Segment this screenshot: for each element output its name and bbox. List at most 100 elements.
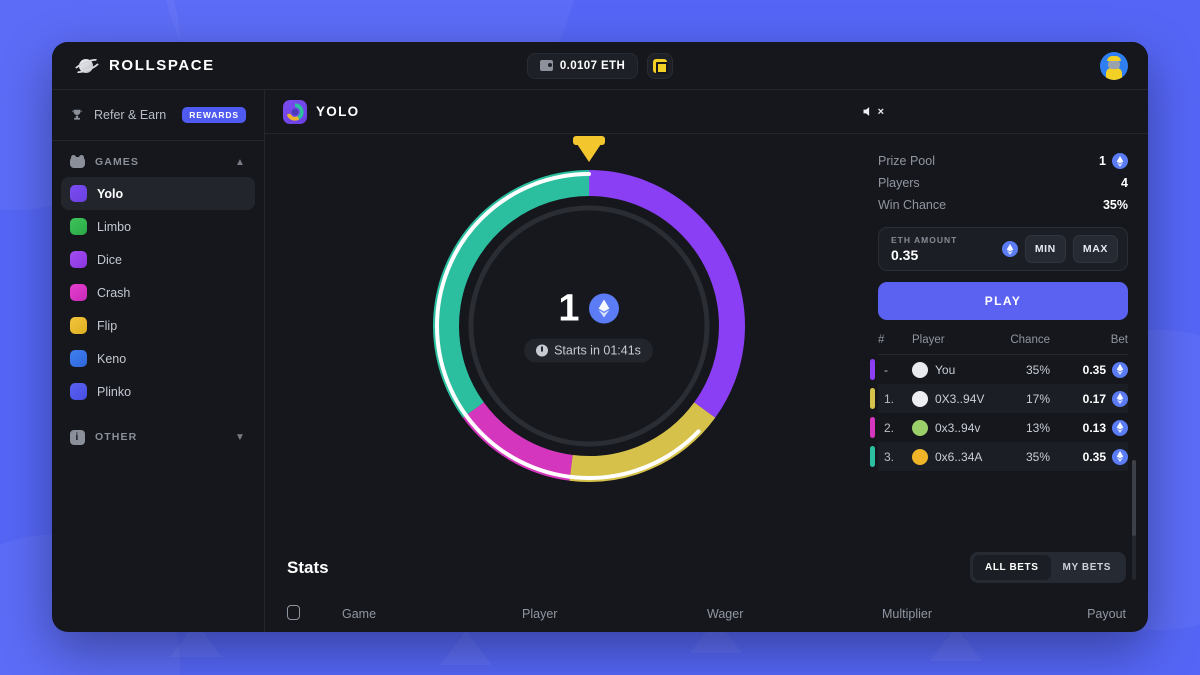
avatar-button[interactable] bbox=[1100, 51, 1128, 80]
player-rank: 2. bbox=[884, 420, 895, 435]
player-cell: 0x6..34A bbox=[912, 448, 988, 465]
chevron-down-icon[interactable]: ▼ bbox=[235, 432, 246, 443]
header-bet: Bet bbox=[1110, 334, 1128, 346]
stats-table-header: Game Player Wager Multiplier Payout bbox=[287, 605, 1126, 632]
sidebar-item-label: Yolo bbox=[97, 186, 124, 201]
tab-my-bets[interactable]: MY BETS bbox=[1051, 555, 1123, 580]
stat-value: 35% bbox=[1103, 198, 1128, 212]
balance-chip[interactable]: 0.0107 ETH bbox=[526, 52, 639, 79]
other-section-label: OTHER bbox=[95, 431, 138, 443]
eth-token-button[interactable] bbox=[647, 52, 674, 79]
sidebar-item-limbo[interactable]: Limbo bbox=[61, 210, 255, 243]
main-content: YOLO × 1 Starts in 01:41s Prize Pool 1 P… bbox=[265, 90, 1148, 632]
player-cell: You bbox=[912, 361, 988, 378]
sidebar-section-other[interactable]: i OTHER ▼ bbox=[61, 422, 255, 452]
player-chance: 17% bbox=[1025, 391, 1050, 406]
sidebar-item-keno[interactable]: Keno bbox=[61, 342, 255, 375]
eth-coin-icon bbox=[1112, 153, 1128, 169]
header-multiplier: Multiplier bbox=[882, 607, 933, 621]
dice-icon bbox=[70, 251, 87, 268]
eth-amount-input[interactable]: ETH AMOUNT 0.35 MIN MAX bbox=[878, 227, 1128, 271]
eth-coin-icon bbox=[1112, 419, 1128, 436]
yolo-wheel[interactable]: 1 Starts in 01:41s bbox=[409, 136, 769, 506]
player-row[interactable]: 1. 0X3..94V 17% 0.17 bbox=[870, 384, 1128, 413]
header-chance: Chance bbox=[1010, 334, 1050, 346]
prize-amount: 1 bbox=[558, 287, 580, 330]
player-avatar bbox=[912, 390, 928, 407]
stat-label: Players bbox=[878, 176, 920, 190]
stat-win-chance: Win Chance 35% bbox=[878, 194, 1128, 216]
game-header: YOLO × bbox=[265, 90, 1148, 134]
user-avatar bbox=[1100, 51, 1128, 80]
sidebar-item-flip[interactable]: Flip bbox=[61, 309, 255, 342]
sidebar-item-plinko[interactable]: Plinko bbox=[61, 375, 255, 408]
player-bet-value: 0.35 bbox=[1082, 362, 1106, 377]
header-player: Player bbox=[912, 334, 945, 346]
player-row[interactable]: - You 35% 0.35 bbox=[870, 355, 1128, 384]
refer-earn-label: Refer & Earn bbox=[94, 108, 167, 122]
sidebar-item-yolo[interactable]: Yolo bbox=[61, 177, 255, 210]
players-table: # Player Chance Bet - You 35% 0.35 1. 0X3..94… bbox=[870, 334, 1128, 471]
eth-coin-icon bbox=[1112, 390, 1128, 407]
max-button[interactable]: MAX bbox=[1072, 235, 1118, 263]
stats-tabs: ALL BETS MY BETS bbox=[970, 552, 1126, 583]
eth-token-icon bbox=[653, 58, 669, 74]
player-name: You bbox=[935, 362, 956, 377]
sidebar-item-label: Dice bbox=[97, 252, 123, 267]
sidebar-item-refer-earn[interactable]: Refer & Earn REWARDS bbox=[61, 98, 255, 132]
player-color-bar bbox=[870, 446, 875, 467]
background-triangle bbox=[440, 631, 492, 665]
player-color-bar bbox=[870, 388, 875, 409]
header-game: Game bbox=[342, 607, 377, 621]
wheel-center-info: 1 Starts in 01:41s bbox=[479, 290, 699, 363]
players-table-body: - You 35% 0.35 1. 0X3..94V 17% 0.17 2. 0x3..94v 13… bbox=[870, 355, 1128, 471]
tab-all-bets[interactable]: ALL BETS bbox=[973, 555, 1051, 580]
app-window: ROLLSPACE 0.0107 ETH Refer & Earn REWARD… bbox=[52, 42, 1148, 632]
stat-value-text: 1 bbox=[1099, 154, 1106, 168]
player-avatar bbox=[912, 419, 928, 436]
chevron-up-icon[interactable]: ▲ bbox=[235, 157, 246, 168]
background-triangle bbox=[930, 627, 982, 661]
yolo-icon bbox=[70, 185, 87, 202]
speaker-muted-icon[interactable]: × bbox=[861, 104, 884, 119]
player-color-bar bbox=[870, 417, 875, 438]
min-button[interactable]: MIN bbox=[1024, 235, 1066, 263]
play-button[interactable]: PLAY bbox=[878, 282, 1128, 320]
keno-icon bbox=[70, 350, 87, 367]
sidebar-item-crash[interactable]: Crash bbox=[61, 276, 255, 309]
sidebar: Refer & Earn REWARDS GAMES ▲ Yolo Limbo Di… bbox=[52, 90, 265, 632]
player-row[interactable]: 3. 0x6..34A 35% 0.35 bbox=[870, 442, 1128, 471]
sidebar-item-dice[interactable]: Dice bbox=[61, 243, 255, 276]
sidebar-section-games[interactable]: GAMES ▲ bbox=[61, 147, 255, 177]
crash-icon bbox=[70, 284, 87, 301]
header-payout: Payout bbox=[1087, 607, 1126, 621]
player-bet-value: 0.35 bbox=[1082, 449, 1106, 464]
player-bet: 0.35 bbox=[1050, 448, 1128, 465]
header-rank: # bbox=[878, 334, 885, 346]
eth-coin-icon bbox=[1112, 361, 1128, 378]
eth-amount-value[interactable]: 0.35 bbox=[891, 247, 957, 263]
sidebar-item-label: Plinko bbox=[97, 384, 132, 399]
player-rank: 3. bbox=[884, 449, 895, 464]
player-row[interactable]: 2. 0x3..94v 13% 0.13 bbox=[870, 413, 1128, 442]
info-icon: i bbox=[70, 429, 85, 445]
stat-players: Players 4 bbox=[878, 172, 1128, 194]
player-cell: 0x3..94v bbox=[912, 419, 988, 436]
eth-coin-icon bbox=[1001, 241, 1018, 257]
player-name: 0x3..94v bbox=[935, 420, 981, 435]
stat-value-text: 4 bbox=[1121, 176, 1128, 190]
player-rank: 1. bbox=[884, 391, 895, 406]
sidebar-item-label: Keno bbox=[97, 351, 127, 366]
rewards-badge[interactable]: REWARDS bbox=[182, 107, 246, 123]
balance-group: 0.0107 ETH bbox=[52, 52, 1148, 79]
bet-panel: Prize Pool 1 Players 4 Win Chance 35% ETH AMO… bbox=[858, 134, 1148, 580]
player-rank: - bbox=[884, 362, 888, 377]
top-bar: ROLLSPACE 0.0107 ETH bbox=[52, 42, 1148, 90]
players-scrollbar-thumb[interactable] bbox=[1132, 460, 1136, 536]
sidebar-item-label: Limbo bbox=[97, 219, 132, 234]
stat-label: Win Chance bbox=[878, 198, 947, 212]
sidebar-divider bbox=[52, 140, 264, 141]
player-name: 0x6..34A bbox=[935, 449, 983, 464]
sidebar-games-list: Yolo Limbo Dice Crash Flip Keno Plinko bbox=[52, 177, 264, 408]
player-chance: 35% bbox=[1025, 449, 1050, 464]
